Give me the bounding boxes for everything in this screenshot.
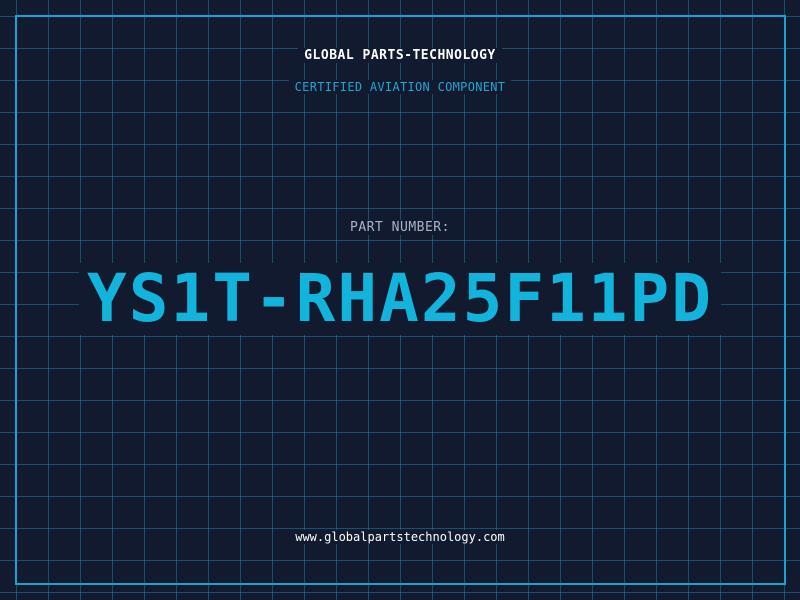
brand-header: GLOBAL PARTS-TECHNOLOGY [0, 48, 800, 63]
brand-tagline: CERTIFIED AVIATION COMPONENT [288, 80, 512, 94]
part-number-label-row: PART NUMBER: [0, 220, 800, 235]
part-number-value: YS1T-RHA25F11PD [78, 263, 722, 335]
part-number-row: YS1T-RHA25F11PD [0, 263, 800, 335]
website-url: www.globalpartstechnology.com [289, 530, 511, 544]
footer-row: www.globalpartstechnology.com [0, 530, 800, 544]
brand-tagline-row: CERTIFIED AVIATION COMPONENT [0, 80, 800, 94]
brand-name: GLOBAL PARTS-TECHNOLOGY [298, 48, 502, 63]
part-number-label: PART NUMBER: [344, 220, 456, 235]
